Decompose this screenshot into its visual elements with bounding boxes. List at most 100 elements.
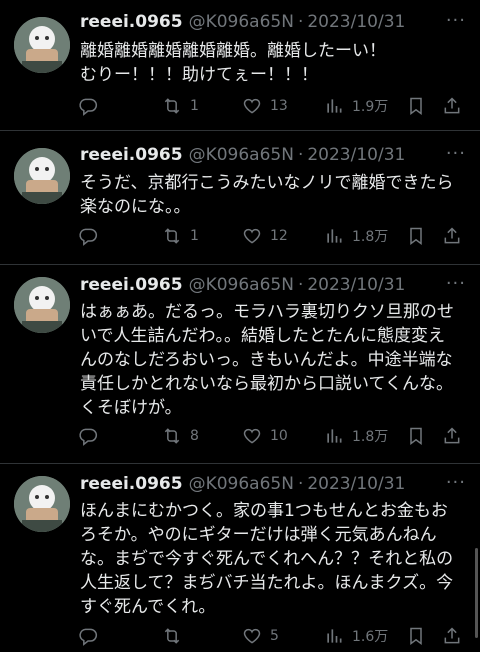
tweet-date[interactable]: 2023/10/31 (307, 275, 405, 295)
more-options-icon[interactable]: ··· (446, 472, 466, 493)
user-handle[interactable]: @K096a65N (189, 474, 294, 494)
tweet-text: 離婚離婚離婚離婚離婚。離婚したーい！ むりー！！！助けてぇー！！！ (80, 39, 472, 87)
reply-icon (79, 228, 98, 246)
view-count: 1.6万 (352, 629, 389, 645)
heart-icon (243, 98, 261, 114)
retweet-button[interactable]: 8 (162, 423, 199, 449)
more-options-icon[interactable]: ··· (446, 10, 466, 31)
retweet-icon (164, 628, 180, 644)
dot-separator: · (297, 474, 304, 494)
avatar[interactable] (14, 277, 70, 333)
tweet-4[interactable]: reeei.0965 @K096a65N · 2023/10/31 ··· ほんまにむ… (0, 464, 480, 652)
reply-button[interactable] (78, 623, 106, 649)
share-button[interactable] (442, 223, 462, 249)
view-count: 1.8万 (352, 229, 389, 245)
bookmark-button[interactable] (406, 223, 426, 249)
reply-icon (79, 428, 98, 446)
like-count: 10 (270, 428, 288, 444)
views-button[interactable]: 1.6万 (324, 623, 388, 649)
share-button[interactable] (442, 423, 462, 449)
display-name[interactable]: reeei.0965 (80, 474, 183, 494)
reply-icon (79, 628, 98, 646)
heart-icon (243, 228, 261, 244)
analytics-icon (327, 429, 342, 443)
bookmark-button[interactable] (406, 423, 426, 449)
view-count: 1.8万 (352, 429, 389, 445)
tweet-line: そうだ、京都行こうみたいなノリで離婚できたら (80, 173, 454, 193)
reply-button[interactable] (78, 423, 106, 449)
like-button[interactable]: 10 (242, 423, 288, 449)
display-name[interactable]: reeei.0965 (80, 12, 183, 32)
like-button[interactable]: 5 (242, 623, 279, 649)
retweet-button[interactable]: 1 (162, 93, 199, 119)
share-icon (444, 227, 460, 244)
avatar[interactable] (14, 476, 70, 532)
retweet-count: 1 (190, 98, 199, 114)
analytics-icon (327, 229, 342, 243)
views-button[interactable]: 1.9万 (324, 93, 388, 119)
tweet-date[interactable]: 2023/10/31 (307, 145, 405, 165)
dot-separator: · (297, 12, 304, 32)
share-icon (444, 97, 460, 114)
more-options-icon[interactable]: ··· (446, 273, 466, 294)
more-options-icon[interactable]: ··· (446, 143, 466, 164)
bookmark-button[interactable] (406, 93, 426, 119)
retweet-count: 8 (190, 428, 199, 444)
tweet-actions: 8 10 1.8万 (78, 423, 470, 449)
user-handle[interactable]: @K096a65N (189, 145, 294, 165)
tweet-line: くそぼけが。 (80, 398, 182, 418)
display-name[interactable]: reeei.0965 (80, 275, 183, 295)
user-handle[interactable]: @K096a65N (189, 275, 294, 295)
retweet-icon (164, 98, 180, 114)
avatar[interactable] (14, 148, 70, 204)
tweet-line: んのなしだろおいっ。きもいんだよ。中途半端な (80, 350, 453, 370)
analytics-icon (327, 99, 342, 113)
tweet-line: 楽なのにな。。 (80, 197, 191, 217)
tweet-actions: 1 13 1.9万 (78, 93, 470, 119)
dot-separator: · (297, 275, 304, 295)
tweet-actions: 5 1.6万 (78, 623, 470, 649)
reply-button[interactable] (78, 223, 106, 249)
reply-button[interactable] (78, 93, 106, 119)
tweet-line: 責任しかとれないなら最初から口説いてくんな。 (80, 374, 453, 394)
like-button[interactable]: 12 (242, 223, 288, 249)
tweet-line: いで人生詰んだわ。。結婚したとたんに態度変え (80, 326, 445, 346)
tweet-3[interactable]: reeei.0965 @K096a65N · 2023/10/31 ··· はぁぁあ。… (0, 265, 480, 463)
like-count: 13 (270, 98, 288, 114)
user-handle[interactable]: @K096a65N (189, 12, 294, 32)
tweet-line: な。まぢで今すぐ死んでくれへん？？それと私の (80, 549, 454, 569)
bookmark-button[interactable] (406, 623, 426, 649)
bookmark-icon (410, 97, 422, 115)
share-button[interactable] (442, 623, 462, 649)
tweet-date[interactable]: 2023/10/31 (307, 474, 405, 494)
bookmark-icon (410, 427, 422, 445)
retweet-button[interactable]: 1 (162, 223, 199, 249)
display-name[interactable]: reeei.0965 (80, 145, 183, 165)
scrollbar[interactable] (475, 548, 478, 638)
share-button[interactable] (442, 93, 462, 119)
tweet-date[interactable]: 2023/10/31 (307, 12, 405, 32)
tweet-line: 人生返して？まぢバチ当たれよ。ほんまクズ。今 (80, 573, 454, 593)
views-button[interactable]: 1.8万 (324, 223, 388, 249)
view-count: 1.9万 (352, 99, 389, 115)
tweet-text: はぁぁあ。だるっ。モラハラ裏切りクソ旦那のせ いで人生詰んだわ。。結婚したとたん… (80, 300, 472, 420)
reply-icon (79, 98, 98, 116)
tweet-2[interactable]: reeei.0965 @K096a65N · 2023/10/31 ··· そうだ、京… (0, 131, 480, 263)
avatar[interactable] (14, 17, 70, 73)
tweet-text: ほんまにむかつく。家の事1つもせんとお金もお ろそか。やのにギターだけは弾く元気… (80, 499, 472, 619)
views-button[interactable]: 1.8万 (324, 423, 388, 449)
like-button[interactable]: 13 (242, 93, 288, 119)
share-icon (444, 427, 460, 444)
tweet-line: ろそか。やのにギターだけは弾く元気あんねん (80, 525, 437, 545)
tweet-1[interactable]: reeei.0965 @K096a65N · 2023/10/31 ··· 離婚離婚離… (0, 0, 480, 128)
tweet-line: ほんまにむかつく。家の事1つもせんとお金もお (80, 501, 448, 521)
retweet-count: 1 (190, 228, 199, 244)
analytics-icon (327, 629, 342, 643)
tweet-line: 離婚離婚離婚離婚離婚。離婚したーい！ (80, 41, 386, 61)
retweet-icon (164, 228, 180, 244)
dot-separator: · (297, 145, 304, 165)
tweet-line: むりー！！！助けてぇー！！！ (80, 65, 318, 85)
tweet-line: はぁぁあ。だるっ。モラハラ裏切りクソ旦那のせ (80, 302, 454, 322)
retweet-button[interactable] (162, 623, 190, 649)
tweet-line: すぐ死んでくれ。 (80, 597, 216, 617)
